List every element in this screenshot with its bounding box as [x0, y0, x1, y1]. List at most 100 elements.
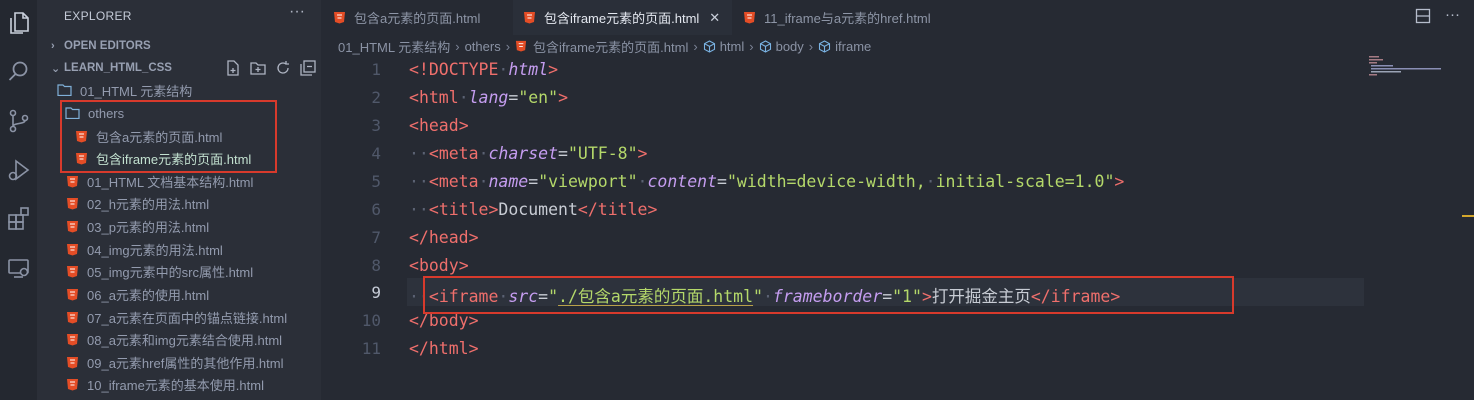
line-number: 4: [371, 144, 381, 163]
code-line: <body>: [409, 256, 469, 275]
line-number: 11: [361, 339, 381, 358]
code-line: </html>: [409, 339, 479, 358]
explorer-actions: [224, 59, 317, 77]
tab-iframe-href[interactable]: 11_iframe与a元素的href.html: [743, 0, 931, 35]
project-section[interactable]: ⌄ LEARN_HTML_CSS: [51, 58, 172, 78]
breadcrumb-item[interactable]: html: [720, 39, 745, 54]
file-item[interactable]: 01_HTML 文档基本结构.html: [66, 170, 253, 192]
chevron-right-icon: ›: [505, 38, 511, 54]
file-item[interactable]: 09_a元素href属性的其他作用.html: [66, 351, 284, 373]
file-item[interactable]: 02_h元素的用法.html: [66, 192, 209, 214]
tab-iframe-page[interactable]: 包含iframe元素的页面.html ✕: [513, 0, 733, 35]
html-file-icon: [524, 12, 535, 24]
code-token: meta: [438, 172, 479, 191]
code-token: html: [418, 88, 459, 107]
file-item[interactable]: 10_iframe元素的基本使用.html: [66, 373, 264, 395]
file-item[interactable]: 03_p元素的用法.html: [66, 215, 209, 237]
chevron-right-icon: ›: [808, 38, 814, 54]
tree-item-label: 05_img元素中的src属性.html: [87, 264, 254, 280]
html-file-icon: [67, 265, 78, 277]
code-token: DOCTYPE: [428, 60, 499, 79]
collapse-all-icon[interactable]: [299, 59, 317, 77]
code-token: meta: [438, 144, 479, 163]
tab-a-page[interactable]: 包含a元素的页面.html: [333, 0, 513, 35]
html-file-icon: [67, 356, 78, 368]
chevron-right-icon: ›: [693, 38, 698, 54]
close-icon[interactable]: ✕: [709, 10, 720, 26]
line-number: 7: [371, 228, 381, 247]
html-file-icon: [67, 333, 78, 345]
editor-actions: ···: [1415, 7, 1460, 24]
code-token: initial-scale=1.0": [935, 172, 1115, 191]
annotation-box: [423, 276, 1234, 314]
refresh-icon[interactable]: [274, 59, 292, 77]
source-control-icon[interactable]: [6, 108, 32, 134]
code-token: "viewport": [538, 172, 638, 191]
chevron-right-icon: ›: [455, 38, 460, 54]
file-item[interactable]: 04_img元素的用法.html: [66, 238, 223, 260]
folder-icon: [57, 84, 72, 96]
breadcrumb-item[interactable]: 包含iframe元素的页面.html: [533, 37, 688, 56]
code-token: head: [418, 116, 459, 135]
html-file-icon: [67, 243, 78, 255]
code-line: ··<title>Document</title>: [409, 200, 658, 219]
html-file-icon: [334, 12, 345, 24]
more-actions-icon[interactable]: ···: [289, 3, 305, 21]
explorer-icon[interactable]: [6, 10, 32, 36]
html-file-icon: [67, 311, 78, 323]
code-line: <!DOCTYPE·html>: [409, 60, 559, 79]
html-file-icon: [67, 175, 78, 187]
explorer-title: EXPLORER: [64, 9, 132, 23]
tree-item-label: 08_a元素和img元素结合使用.html: [87, 332, 283, 348]
tree-item-label: 03_p元素的用法.html: [87, 219, 210, 235]
code-token: head: [428, 228, 469, 247]
file-item[interactable]: 07_a元素在页面中的锚点链接.html: [66, 306, 287, 328]
tab-label: 11_iframe与a元素的href.html: [764, 11, 931, 26]
file-item[interactable]: 05_img元素中的src属性.html: [66, 260, 253, 282]
line-number: 3: [371, 116, 381, 135]
code-token: "UTF-8": [567, 144, 638, 163]
line-number: 9: [371, 283, 381, 302]
line-number: 6: [371, 200, 381, 219]
line-number: 2: [371, 88, 381, 107]
remote-explorer-icon[interactable]: [6, 255, 32, 281]
annotation-box: [60, 100, 277, 173]
breadcrumb-item[interactable]: iframe: [835, 39, 871, 54]
html-file-icon: [67, 197, 78, 209]
code-token: name: [488, 172, 529, 191]
new-folder-icon[interactable]: [249, 59, 267, 77]
tree-item-label: 10_iframe元素的基本使用.html: [87, 377, 264, 393]
breadcrumb-item[interactable]: 01_HTML 元素结构: [338, 37, 450, 56]
new-file-icon[interactable]: [224, 59, 242, 77]
explorer-sidebar: EXPLORER ··· › OPEN EDITORS ⌄ LEARN_HTML…: [37, 0, 321, 400]
run-debug-icon[interactable]: [6, 157, 32, 183]
code-line: <html·lang="en">: [409, 88, 568, 107]
split-editor-icon[interactable]: [1415, 8, 1431, 24]
code-token: html: [428, 339, 469, 358]
code-token: lang: [468, 88, 509, 107]
file-item[interactable]: 06_a元素的使用.html: [66, 283, 209, 305]
code-token: body: [418, 256, 459, 275]
breadcrumb-item[interactable]: body: [776, 39, 804, 54]
line-number: 5: [371, 172, 381, 191]
tab-label: 包含iframe元素的页面.html: [544, 11, 700, 26]
chevron-down-icon: ⌄: [51, 62, 61, 75]
open-editors-label: OPEN EDITORS: [64, 40, 151, 52]
open-editors-section[interactable]: › OPEN EDITORS: [51, 36, 151, 56]
html-file-icon: [67, 378, 78, 390]
extensions-icon[interactable]: [6, 206, 32, 232]
folder-01-html[interactable]: 01_HTML 元素结构: [57, 79, 192, 101]
line-number: 10: [361, 311, 381, 330]
breadcrumb-item[interactable]: others: [465, 39, 501, 54]
html-file-icon: [744, 12, 755, 24]
code-line: </head>: [409, 228, 479, 247]
more-actions-icon[interactable]: ···: [1445, 7, 1460, 24]
tree-item-label: 01_HTML 元素结构: [80, 83, 193, 99]
search-icon[interactable]: [6, 59, 32, 85]
minimap[interactable]: [1369, 56, 1454, 76]
code-token: title: [438, 200, 489, 219]
file-item[interactable]: 08_a元素和img元素结合使用.html: [66, 328, 282, 350]
tree-item-label: 06_a元素的使用.html: [87, 287, 210, 303]
code-editor[interactable]: 1 2 3 4 5 6 7 8 9 10 11 <!DOCTYPE·html> …: [321, 56, 1474, 400]
html-file-icon: [67, 220, 78, 232]
